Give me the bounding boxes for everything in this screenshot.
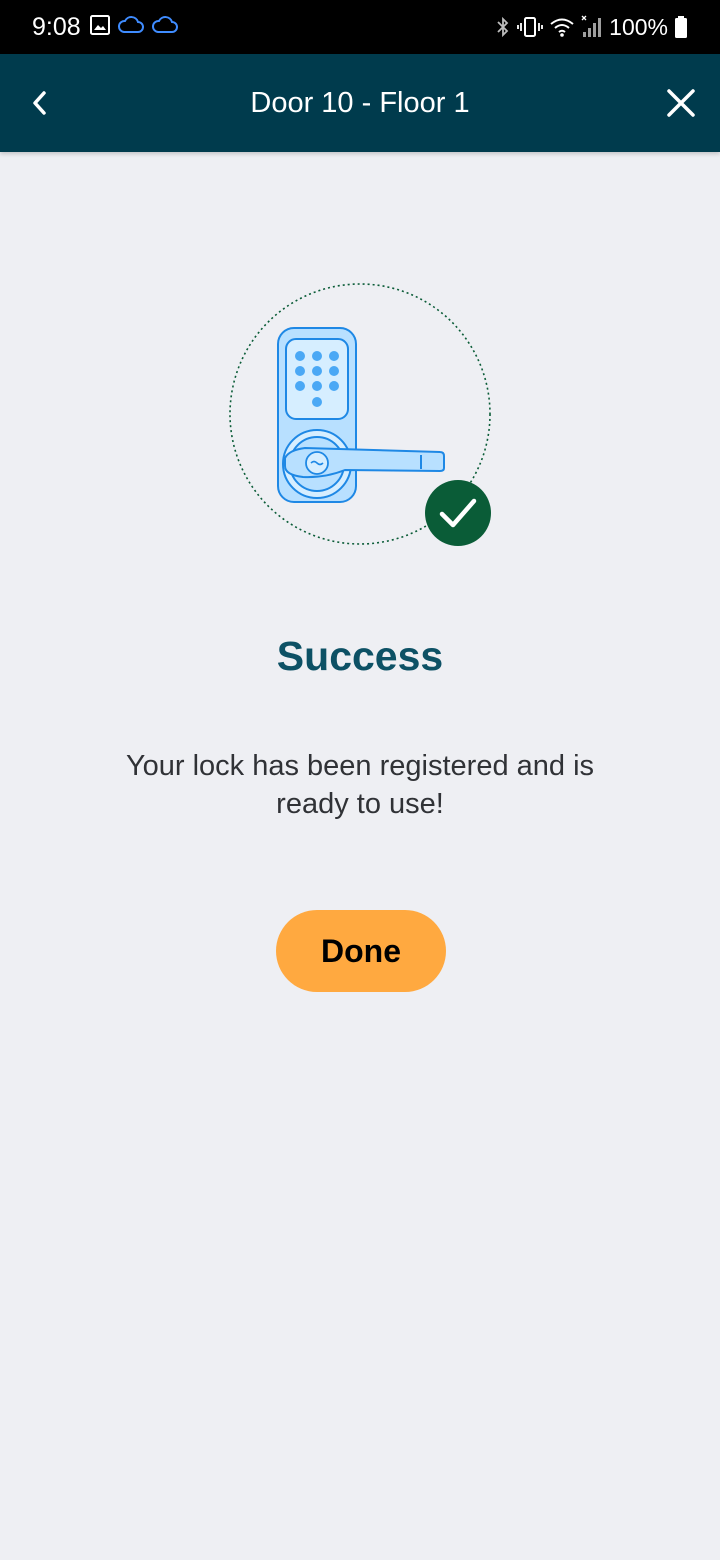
wifi-icon — [550, 18, 574, 37]
check-icon — [425, 480, 491, 546]
success-message: Your lock has been registered and is rea… — [125, 750, 595, 820]
status-system-icons: 100% — [495, 12, 688, 42]
battery-icon — [675, 16, 687, 38]
close-button[interactable] — [660, 82, 702, 124]
chevron-left-icon — [33, 91, 46, 115]
success-title: Success — [276, 633, 444, 679]
vibrate-icon — [517, 17, 544, 37]
image-icon — [90, 15, 110, 35]
lock-illustration — [225, 280, 497, 552]
battery-percent: 100% — [609, 14, 668, 40]
back-button[interactable] — [20, 83, 60, 123]
page-title: Door 10 - Floor 1 — [250, 87, 470, 119]
done-button[interactable]: Done — [276, 910, 446, 992]
cloud-icon — [118, 16, 144, 33]
bluetooth-icon — [497, 16, 509, 38]
status-notification-icons — [89, 14, 179, 36]
status-time: 9:08 — [32, 13, 81, 41]
status-bar: 9:08 100% — [0, 0, 720, 54]
app-header: Door 10 - Floor 1 — [0, 54, 720, 152]
cloud-icon — [152, 16, 178, 33]
close-icon — [667, 89, 695, 117]
signal-icon — [581, 15, 602, 37]
